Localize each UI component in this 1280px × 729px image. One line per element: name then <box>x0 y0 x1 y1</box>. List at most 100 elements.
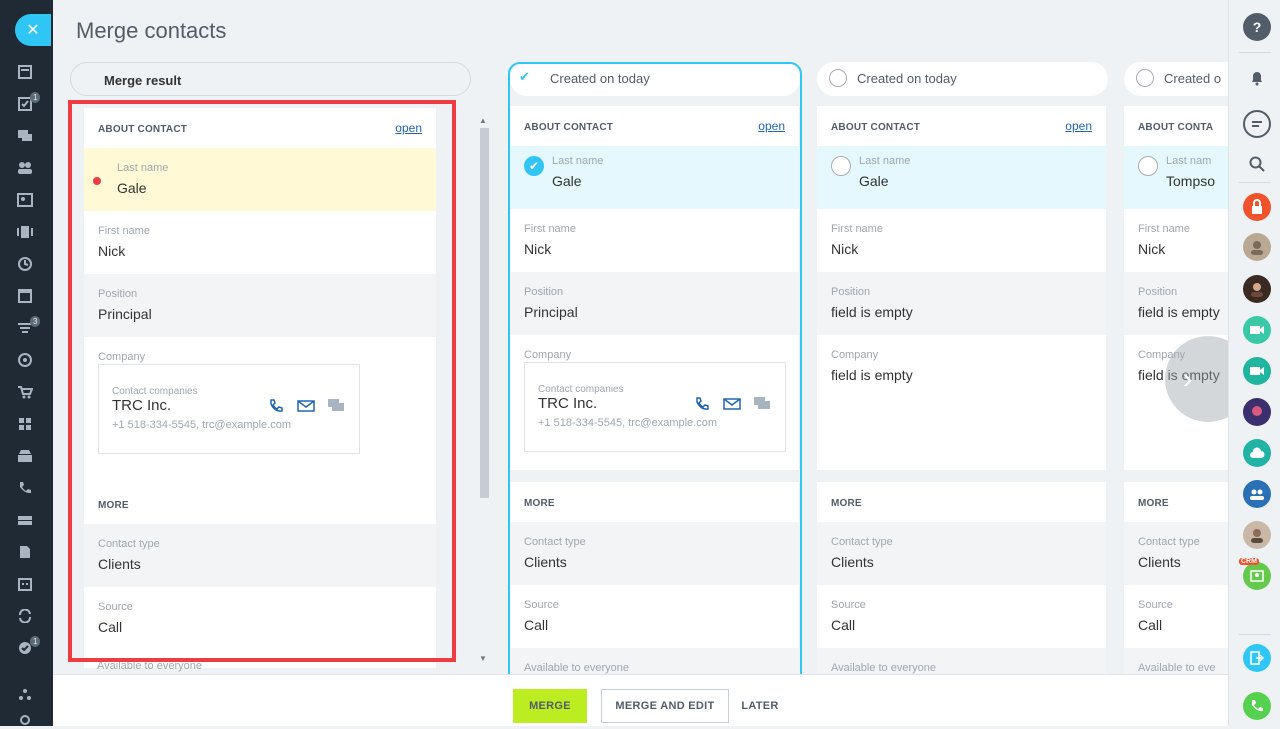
last-name-field[interactable]: Last nam Tompso <box>1124 146 1228 209</box>
field-value: Principal <box>524 304 578 320</box>
feed-icon[interactable] <box>16 63 34 81</box>
close-icon[interactable]: ✕ <box>15 14 51 46</box>
structure-icon[interactable] <box>16 685 34 703</box>
calendar-icon[interactable] <box>16 223 34 241</box>
phone-icon[interactable] <box>1243 692 1271 720</box>
window-icon[interactable] <box>16 287 34 305</box>
first-name-field: First name Nick <box>817 209 1106 272</box>
open-link[interactable]: open <box>1065 119 1092 133</box>
left-sidebar: ✕ 1 3 1 <box>0 0 53 726</box>
field-label: First name <box>831 223 883 235</box>
source-field: Source Call <box>817 585 1106 648</box>
call-icon[interactable] <box>693 396 711 412</box>
search-icon[interactable] <box>1243 150 1271 178</box>
field-value: Call <box>98 619 123 635</box>
available-field: Available to eve <box>1124 648 1228 676</box>
first-name-field[interactable]: First name Nick <box>84 211 436 274</box>
merge-contacts-panel: Merge contacts Merge result ABOUT CONTAC… <box>53 0 1228 726</box>
question-icon[interactable]: ? <box>1243 13 1271 41</box>
position-field[interactable]: Position Principal <box>84 274 436 337</box>
contact-column: ABOUT CONTACT open ✔ Last name Gale Firs… <box>510 106 799 676</box>
apps-icon[interactable] <box>16 415 34 433</box>
schedule-icon[interactable] <box>16 575 34 593</box>
sync-icon[interactable] <box>16 607 34 625</box>
video-call-icon[interactable] <box>1243 316 1271 344</box>
merge-button[interactable]: MERGE <box>513 689 587 723</box>
company-card[interactable]: Contact companies TRC Inc. +1 518-334-55… <box>98 364 360 454</box>
scroll-up-icon[interactable]: ▲ <box>479 116 487 125</box>
message-icon[interactable] <box>753 396 771 412</box>
last-name-field[interactable]: Last name Gale <box>84 148 436 211</box>
cloud-icon[interactable] <box>1243 439 1271 467</box>
radio-icon[interactable] <box>829 69 847 87</box>
company-box-label: Contact companies <box>538 384 624 395</box>
field-value: Gale <box>117 180 147 196</box>
last-name-field[interactable]: ✔ Last name Gale <box>510 146 799 209</box>
merge-result-card: ABOUT CONTACT open Last name Gale First … <box>84 108 436 668</box>
contacts-icon[interactable] <box>16 191 34 209</box>
column-header[interactable]: Created on today <box>817 62 1108 96</box>
source-field[interactable]: Source Call <box>84 587 436 650</box>
scroll-thumb[interactable] <box>480 128 489 498</box>
selected-radio-icon[interactable]: ✔ <box>524 156 544 176</box>
open-link[interactable]: open <box>395 121 422 135</box>
radio-icon[interactable] <box>831 156 851 176</box>
store-icon[interactable] <box>16 447 34 465</box>
avatar[interactable] <box>1243 275 1271 303</box>
scroll-down-icon[interactable]: ▼ <box>479 654 487 663</box>
message-icon[interactable] <box>327 398 345 414</box>
company-contacts: +1 518-334-5545, trc@example.com <box>112 419 292 431</box>
call-icon[interactable] <box>267 398 285 414</box>
phone-icon[interactable] <box>16 479 34 497</box>
field-value: Gale <box>552 173 582 189</box>
avatar[interactable] <box>1243 521 1271 549</box>
lock-icon[interactable] <box>1243 193 1271 221</box>
contact-column: ABOUT CONTACT open Last name Gale First … <box>817 106 1106 676</box>
drive-icon[interactable] <box>16 511 34 529</box>
position-field: Position Principal <box>510 272 799 335</box>
last-name-field[interactable]: Last name Gale <box>817 146 1106 209</box>
avatar[interactable] <box>1243 398 1271 426</box>
field-label: Available to everyone <box>524 662 629 674</box>
radio-icon[interactable] <box>1136 69 1154 87</box>
target-icon[interactable] <box>16 351 34 369</box>
company-card[interactable]: Contact companies TRC Inc. +1 518-334-55… <box>524 362 786 452</box>
field-value: Call <box>831 617 856 633</box>
merge-and-edit-button[interactable]: MERGE AND EDIT <box>601 689 729 723</box>
company-name[interactable]: TRC Inc. <box>538 395 597 412</box>
company-contacts: +1 518-334-5545, trc@example.com <box>538 417 718 429</box>
group-icon[interactable] <box>1243 480 1271 508</box>
field-label: Available to everyone <box>831 662 936 674</box>
document-icon[interactable] <box>16 543 34 561</box>
column-header[interactable]: Created o <box>1124 62 1228 96</box>
more-section: MORE Contact type Clients Source Call Av… <box>1124 482 1228 676</box>
chat-bubble-icon[interactable] <box>1243 110 1271 138</box>
email-icon[interactable] <box>723 396 741 412</box>
open-link[interactable]: open <box>758 119 785 133</box>
avatar[interactable] <box>1243 233 1271 261</box>
settings-icon[interactable] <box>16 711 34 729</box>
field-label: Source <box>1138 599 1173 611</box>
right-sidebar: ? CRM <box>1228 0 1280 726</box>
exit-icon[interactable] <box>1243 644 1271 672</box>
position-field: Position field is empty <box>1124 272 1228 335</box>
bell-icon[interactable] <box>1243 64 1271 92</box>
field-label: Position <box>524 286 564 298</box>
groups-icon[interactable] <box>16 159 34 177</box>
source-field: Source Call <box>1124 585 1228 648</box>
column-header[interactable]: ✔ Created on today <box>510 62 800 96</box>
field-value: Tompso <box>1166 173 1216 189</box>
company-name[interactable]: TRC Inc. <box>112 397 171 414</box>
crm-icon[interactable]: CRM <box>1239 558 1271 590</box>
cart-icon[interactable] <box>16 383 34 401</box>
video-call-icon[interactable] <box>1243 357 1271 385</box>
clock-icon[interactable] <box>16 255 34 273</box>
contact-type-field[interactable]: Contact type Clients <box>84 524 436 587</box>
chat-icon[interactable] <box>16 127 34 145</box>
later-button[interactable]: LATER <box>737 689 783 723</box>
contact-type-field: Contact type Clients <box>817 522 1106 585</box>
email-icon[interactable] <box>297 398 315 414</box>
scrollbar[interactable]: ▲ ▼ <box>478 116 489 666</box>
company-field[interactable]: Company Contact companies TRC Inc. +1 51… <box>84 337 436 472</box>
radio-icon[interactable] <box>1138 156 1158 176</box>
